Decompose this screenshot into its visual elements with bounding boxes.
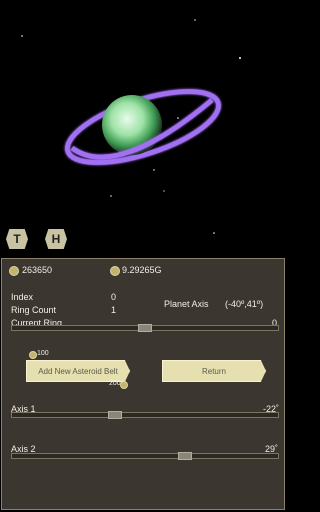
return-button[interactable]: Return [162, 360, 266, 382]
current-ring-slider-thumb[interactable] [138, 324, 152, 332]
index-value: 0 [111, 292, 117, 302]
current-ring-slider[interactable] [11, 324, 279, 332]
axis2-slider[interactable] [11, 452, 279, 460]
gear-icon [9, 266, 19, 276]
planet [102, 95, 162, 155]
cost-gear-icon-bottom [120, 381, 128, 389]
axis1-slider[interactable] [11, 411, 279, 419]
asteroid-icon [110, 266, 120, 276]
mass-value: 9.29265G [122, 265, 162, 275]
cost-top: 100 [37, 350, 49, 357]
cost-gear-icon [29, 351, 37, 359]
top-button-left[interactable]: T [6, 229, 28, 249]
ring-count-value: 1 [111, 305, 117, 315]
money-value: 263650 [22, 265, 53, 275]
axis1-slider-thumb[interactable] [107, 411, 122, 419]
planet-axis-label: Planet Axis [164, 299, 209, 309]
index-label: Index [11, 292, 34, 302]
add-new-asteroid-belt-button[interactable]: Add New Asteroid Belt [26, 360, 130, 382]
planet-axis-value: (-40º,41º) [225, 299, 264, 309]
cost-bottom: 200 [109, 380, 121, 387]
axis2-slider-thumb[interactable] [178, 452, 193, 460]
space-view [21, 19, 241, 234]
control-panel: 263650 9.29265G Index 0 Ring Count 1 Pla… [1, 258, 285, 510]
top-button-right[interactable]: H [45, 229, 67, 249]
space-scene[interactable]: T H [0, 0, 288, 258]
ring-count-label: Ring Count [11, 305, 57, 315]
